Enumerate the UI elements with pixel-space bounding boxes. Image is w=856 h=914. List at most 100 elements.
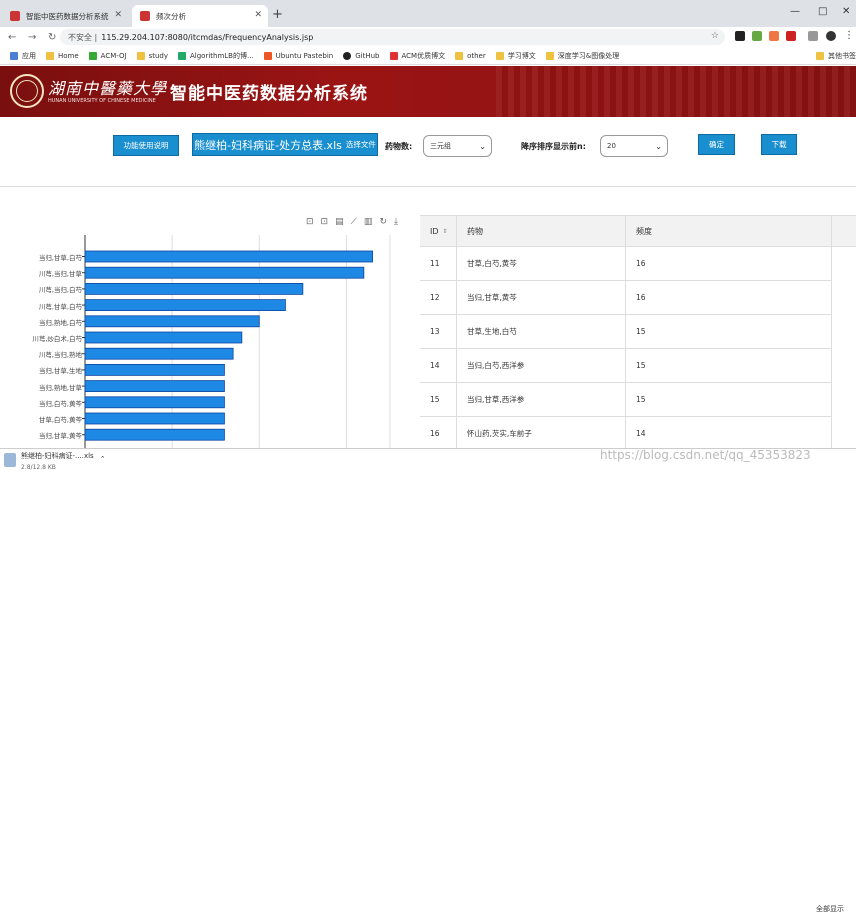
bar-0[interactable] [84, 250, 373, 263]
bookmark-item[interactable]: 学习博文 [495, 51, 536, 61]
bookmark-item[interactable]: other [455, 51, 486, 60]
control-panel: 功能使用说明 熊继柏-妇科病证-处方总表.xls 选择文件 药物数: 三元组 ⌄… [0, 117, 856, 187]
extensions-puzzle-icon[interactable] [808, 31, 818, 41]
bar-1[interactable] [84, 266, 365, 279]
sort-icon: ⇕ [442, 227, 448, 235]
column-header-drugs[interactable]: 药物 [457, 216, 626, 247]
bar-7[interactable] [84, 363, 225, 376]
profile-avatar[interactable] [826, 31, 836, 41]
tab-main-system[interactable]: 智能中医药数据分析系统 ✕ [2, 5, 128, 27]
bookmark-other[interactable]: 其他书签 [816, 51, 856, 61]
header-banner: 湖南中醫藥大學 HUNAN UNIVERSITY OF CHINESE MEDI… [0, 66, 856, 117]
cell-frequency: 15 [626, 383, 832, 417]
bookmark-item[interactable]: Home [46, 51, 79, 60]
file-chooser[interactable]: 熊继柏-妇科病证-处方总表.xls 选择文件 [192, 133, 378, 156]
bar-4[interactable] [84, 315, 260, 328]
column-header-frequency[interactable]: 频度 [626, 216, 832, 247]
minimize-icon[interactable]: — [790, 6, 800, 17]
tab-title: 智能中医药数据分析系统 [26, 11, 109, 21]
site-icon [177, 51, 186, 60]
site-favicon-icon [140, 11, 150, 21]
bookmark-apps[interactable]: 应用 [10, 51, 36, 61]
folder-icon [46, 51, 54, 60]
download-size: 2.8/12.8 KB [21, 464, 56, 471]
bookmark-item[interactable]: Ubuntu Pastebin [263, 51, 333, 60]
cell-drugs: 当归,白芍,西洋参 [457, 349, 626, 383]
url-field[interactable]: 不安全 | 115.29.204.107:8080/itcmdas/Freque… [60, 29, 725, 45]
choose-file-button[interactable]: 选择文件 [346, 139, 376, 150]
extension-icon[interactable] [786, 31, 796, 41]
frequency-table: ID ⇕ 药物 频度 11 甘草,白芍,黄芩 16 12 当归,甘草,黄芩 16 13 甘草,生… [420, 215, 856, 451]
tab-title: 频次分析 [156, 11, 186, 21]
bar-11[interactable] [84, 428, 225, 441]
cell-id: 13 [420, 315, 457, 349]
bookmark-item[interactable]: GitHub [343, 51, 380, 60]
close-tab-icon[interactable]: ✕ [254, 10, 262, 20]
site-favicon-icon [10, 11, 20, 21]
bar-6[interactable] [84, 347, 234, 360]
chevron-down-icon: ⌄ [655, 142, 662, 151]
university-name-en: HUNAN UNIVERSITY OF CHINESE MEDICINE [48, 98, 156, 104]
building-background [496, 66, 856, 117]
cell-id: 16 [420, 417, 457, 451]
back-icon[interactable]: ← [8, 32, 20, 43]
bookmark-item[interactable]: AlgorithmLB的博... [177, 51, 254, 61]
help-button[interactable]: 功能使用说明 [113, 135, 179, 156]
chevron-down-icon: ⌄ [479, 142, 486, 151]
bar-5[interactable] [84, 331, 243, 344]
folder-icon [455, 51, 464, 60]
topn-select[interactable]: 20 ⌄ [600, 135, 668, 157]
bar-10[interactable] [84, 412, 225, 425]
cell-id: 11 [420, 247, 457, 281]
bookmark-item[interactable]: study [136, 51, 168, 60]
reload-icon[interactable]: ↻ [48, 32, 60, 43]
bar-2[interactable] [84, 283, 304, 295]
folder-icon [495, 51, 504, 60]
bookmark-item[interactable]: ACM优质博文 [389, 51, 445, 61]
bar-8[interactable] [84, 380, 225, 393]
file-name: 熊继柏-妇科病证-处方总表.xls [194, 138, 342, 152]
extension-icon[interactable] [752, 31, 762, 41]
cell-frequency: 15 [626, 349, 832, 383]
extension-icon[interactable] [769, 31, 779, 41]
chevron-up-icon[interactable]: ⌃ [100, 455, 106, 463]
cell-id: 15 [420, 383, 457, 417]
university-logo [10, 74, 44, 108]
extension-icon[interactable] [735, 31, 745, 41]
drug-count-label: 药物数: [385, 142, 413, 151]
download-button[interactable]: 下载 [761, 134, 797, 155]
folder-icon [545, 51, 554, 60]
frequency-bar-chart: ⊡ ⊡ ▤ ⟋ ▥ ↻ ⤓ 当归,甘草,白芍 川芎,当归,甘草 川芎,当归,白芍 川芎… [0, 205, 410, 448]
cell-drugs: 怀山药,芡实,车前子 [457, 417, 626, 451]
cell-drugs: 当归,甘草,西洋参 [457, 383, 626, 417]
download-file-name: 熊继柏-妇科病证-....xls [21, 452, 94, 460]
folder-icon [136, 51, 145, 60]
bar-3[interactable] [84, 299, 286, 311]
watermark: https://blog.csdn.net/qq_45353823 [600, 448, 811, 462]
maximize-icon[interactable]: □ [818, 6, 827, 17]
bookmark-item[interactable]: ACM-OJ [88, 51, 127, 60]
university-name: 湖南中醫藥大學 [48, 79, 168, 98]
bar-9[interactable] [84, 396, 225, 409]
apps-grid-icon [10, 51, 18, 60]
address-bar-row: ← → ↻ 不安全 | 115.29.204.107:8080/itcmdas/… [0, 27, 856, 47]
forward-icon[interactable]: → [28, 32, 40, 43]
menu-dots-icon[interactable]: ⋮ [844, 30, 854, 41]
close-window-icon[interactable]: ✕ [842, 6, 850, 17]
bookmarks-bar: 应用 Home ACM-OJ study AlgorithmLB的博... Ub… [0, 47, 856, 65]
new-tab-icon[interactable]: + [272, 7, 283, 22]
confirm-button[interactable]: 确定 [698, 134, 735, 155]
site-icon [88, 51, 97, 60]
cell-drugs: 当归,甘草,黄芩 [457, 281, 626, 315]
ubuntu-icon [263, 51, 272, 60]
drug-count-select[interactable]: 三元组 ⌄ [423, 135, 492, 157]
download-item[interactable]: 熊继柏-妇科病证-....xls 2.8/12.8 KB ⌃ [4, 451, 122, 473]
show-all-link[interactable]: 全部显示 [816, 904, 844, 914]
close-tab-icon[interactable]: ✕ [114, 10, 122, 20]
cell-id: 12 [420, 281, 457, 315]
column-header-id[interactable]: ID ⇕ [420, 216, 457, 247]
bookmark-item[interactable]: 深度学习&图像处理 [545, 51, 619, 61]
tab-frequency-analysis[interactable]: 频次分析 ✕ [132, 5, 268, 27]
bookmark-star-icon[interactable]: ☆ [711, 31, 719, 41]
url-text: 115.29.204.107:8080/itcmdas/FrequencyAna… [101, 32, 314, 42]
